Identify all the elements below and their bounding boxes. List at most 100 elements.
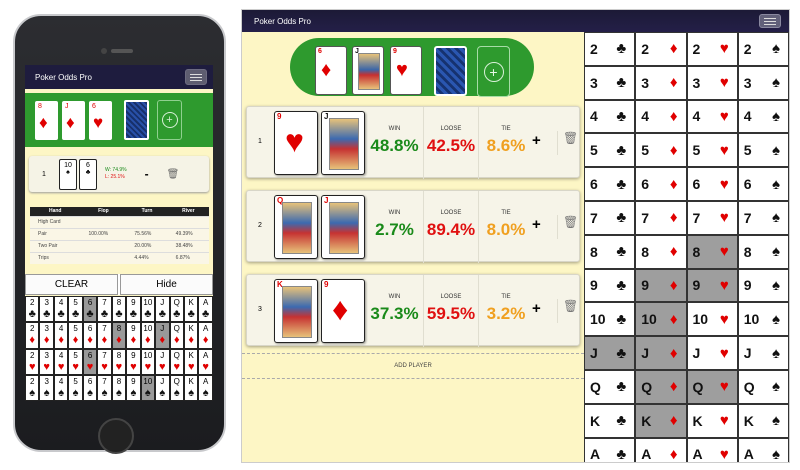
card-picker-cell[interactable]: 8 ♣ bbox=[111, 296, 127, 323]
card-picker-cell[interactable]: 5 ♣ bbox=[584, 133, 636, 168]
card-picker-cell[interactable]: Q ♠ bbox=[737, 369, 789, 404]
card-picker-cell[interactable]: J ♥ bbox=[155, 348, 170, 375]
clear-button[interactable]: CLEAR bbox=[25, 274, 118, 295]
card-picker-cell[interactable]: Q ♥ bbox=[169, 348, 184, 375]
card-picker-cell[interactable]: 7 ♥ bbox=[686, 200, 738, 235]
card-picker-cell[interactable]: 10 ♠ bbox=[737, 302, 789, 337]
card-picker-cell[interactable]: 7 ♦ bbox=[97, 322, 112, 349]
card-picker-cell[interactable]: J ♠ bbox=[737, 336, 789, 370]
card-picker-cell[interactable]: A ♥ bbox=[686, 437, 738, 462]
trash-icon[interactable]: 🗑 bbox=[167, 169, 180, 180]
card-picker-cell[interactable]: 7 ♦ bbox=[635, 200, 687, 235]
card-picker-cell[interactable]: A ♠ bbox=[198, 374, 213, 401]
card-picker-cell[interactable]: 6 ♠ bbox=[82, 374, 98, 401]
card-picker-cell[interactable]: 4 ♣ bbox=[584, 99, 636, 134]
card-picker-cell[interactable]: 3 ♥ bbox=[39, 348, 54, 375]
card-picker-cell[interactable]: 10 ♥ bbox=[140, 348, 156, 375]
hide-button[interactable]: Hide bbox=[120, 274, 213, 295]
card-picker-cell[interactable]: 3 ♥ bbox=[686, 65, 738, 100]
player-card[interactable]: 9 ♥ bbox=[274, 111, 318, 175]
mobile-board-card[interactable]: 8 ♦ bbox=[35, 100, 58, 140]
player-card[interactable]: 9 ♦ bbox=[321, 279, 365, 343]
mobile-board-card[interactable]: J ♦ bbox=[62, 100, 85, 140]
deck-card-back[interactable] bbox=[434, 46, 467, 96]
card-picker-cell[interactable]: K ♦ bbox=[183, 322, 199, 349]
card-picker-cell[interactable]: Q ♠ bbox=[169, 374, 184, 401]
hamburger-menu-icon[interactable] bbox=[759, 14, 781, 28]
card-picker-cell[interactable]: 4 ♠ bbox=[737, 99, 789, 134]
board-card[interactable]: 6 ♦ bbox=[315, 46, 347, 95]
card-picker-cell[interactable]: 10 ♠ bbox=[140, 374, 156, 401]
card-picker-cell[interactable]: 6 ♦ bbox=[82, 322, 98, 349]
remove-card-button[interactable]: - bbox=[145, 167, 149, 181]
card-picker-cell[interactable]: K ♦ bbox=[635, 403, 687, 438]
card-picker-cell[interactable]: 6 ♦ bbox=[635, 167, 687, 201]
card-picker-cell[interactable]: 5 ♠ bbox=[737, 133, 789, 168]
trash-icon[interactable]: 🗑 bbox=[557, 215, 578, 239]
card-picker-cell[interactable]: 4 ♠ bbox=[53, 374, 69, 401]
card-picker-cell[interactable]: 3 ♦ bbox=[39, 322, 54, 349]
card-picker-cell[interactable]: 5 ♠ bbox=[68, 374, 83, 401]
card-picker-cell[interactable]: 4 ♣ bbox=[53, 296, 69, 323]
card-picker-cell[interactable]: 3 ♠ bbox=[737, 65, 789, 100]
card-picker-cell[interactable]: 9 ♥ bbox=[686, 268, 738, 303]
card-picker-cell[interactable]: 6 ♣ bbox=[584, 167, 636, 201]
card-picker-cell[interactable]: Q ♣ bbox=[584, 369, 636, 404]
card-picker-cell[interactable]: 9 ♣ bbox=[584, 268, 636, 303]
card-picker-cell[interactable]: 10 ♦ bbox=[635, 302, 687, 337]
add-player-button[interactable]: ADD PLAYER bbox=[242, 353, 584, 379]
card-picker-cell[interactable]: 4 ♦ bbox=[635, 99, 687, 134]
card-picker-cell[interactable]: 7 ♣ bbox=[97, 296, 112, 323]
card-picker-cell[interactable]: J ♠ bbox=[155, 374, 170, 401]
player-card[interactable]: K♦ bbox=[274, 279, 318, 343]
card-picker-cell[interactable]: K ♣ bbox=[183, 296, 199, 323]
card-picker-cell[interactable]: 4 ♥ bbox=[686, 99, 738, 134]
add-card-button[interactable]: + bbox=[532, 216, 541, 233]
player-card[interactable]: Q♥ bbox=[274, 195, 318, 259]
card-picker-cell[interactable]: 2 ♠ bbox=[737, 32, 789, 66]
card-picker-cell[interactable]: 2 ♥ bbox=[686, 32, 738, 66]
card-picker-cell[interactable]: 2 ♥ bbox=[25, 348, 40, 375]
card-picker-cell[interactable]: 8 ♠ bbox=[737, 234, 789, 269]
card-picker-cell[interactable]: 8 ♠ bbox=[111, 374, 127, 401]
card-picker-cell[interactable]: 8 ♥ bbox=[686, 234, 738, 269]
card-picker-cell[interactable]: 10 ♦ bbox=[140, 322, 156, 349]
trash-icon[interactable]: 🗑 bbox=[557, 299, 578, 323]
card-picker-cell[interactable]: 4 ♦ bbox=[53, 322, 69, 349]
hamburger-menu-icon[interactable] bbox=[185, 69, 207, 85]
card-picker-cell[interactable]: 5 ♥ bbox=[68, 348, 83, 375]
card-picker-cell[interactable]: K ♥ bbox=[183, 348, 199, 375]
card-picker-cell[interactable]: 3 ♠ bbox=[39, 374, 54, 401]
card-picker-cell[interactable]: 5 ♣ bbox=[68, 296, 83, 323]
card-picker-cell[interactable]: 5 ♦ bbox=[68, 322, 83, 349]
card-picker-cell[interactable]: J ♣ bbox=[584, 336, 636, 370]
card-picker-cell[interactable]: 10 ♣ bbox=[140, 296, 156, 323]
card-picker-cell[interactable]: K ♠ bbox=[183, 374, 199, 401]
card-picker-cell[interactable]: 9 ♠ bbox=[126, 374, 141, 401]
player-card[interactable]: J♦ bbox=[321, 195, 365, 259]
player-card[interactable]: J♣ bbox=[321, 111, 365, 175]
card-picker-cell[interactable]: Q ♥ bbox=[686, 369, 738, 404]
card-picker-cell[interactable]: 8 ♣ bbox=[584, 234, 636, 269]
mobile-add-board-card-button[interactable]: + bbox=[157, 100, 182, 140]
card-picker-cell[interactable]: 7 ♥ bbox=[97, 348, 112, 375]
card-picker-cell[interactable]: Q ♦ bbox=[169, 322, 184, 349]
card-picker-cell[interactable]: K ♥ bbox=[686, 403, 738, 438]
card-picker-cell[interactable]: A ♠ bbox=[737, 437, 789, 462]
card-picker-cell[interactable]: J ♦ bbox=[155, 322, 170, 349]
card-picker-cell[interactable]: J ♦ bbox=[635, 336, 687, 370]
card-picker-cell[interactable]: 2 ♠ bbox=[25, 374, 40, 401]
card-picker-cell[interactable]: 5 ♥ bbox=[686, 133, 738, 168]
card-picker-cell[interactable]: A ♦ bbox=[635, 437, 687, 462]
card-picker-cell[interactable]: K ♣ bbox=[584, 403, 636, 438]
card-picker-cell[interactable]: Q ♣ bbox=[169, 296, 184, 323]
mobile-player-card[interactable]: 10 ♠ bbox=[59, 158, 77, 190]
card-picker-cell[interactable]: 6 ♣ bbox=[82, 296, 98, 323]
card-picker-cell[interactable]: 6 ♥ bbox=[686, 167, 738, 201]
card-picker-cell[interactable]: 2 ♦ bbox=[635, 32, 687, 66]
add-card-button[interactable]: + bbox=[532, 132, 541, 149]
card-picker-cell[interactable]: 9 ♣ bbox=[126, 296, 141, 323]
card-picker-cell[interactable]: 2 ♦ bbox=[25, 322, 40, 349]
card-picker-cell[interactable]: A ♣ bbox=[584, 437, 636, 462]
card-picker-cell[interactable]: 6 ♠ bbox=[737, 167, 789, 201]
